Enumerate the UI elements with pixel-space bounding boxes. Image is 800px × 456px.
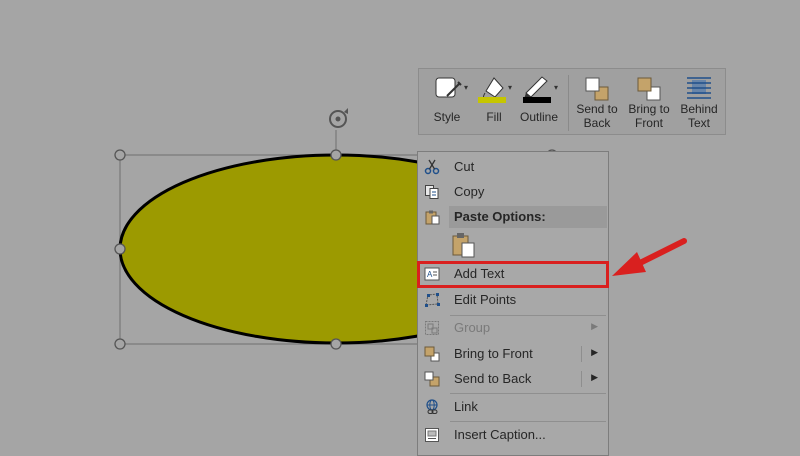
edit-points-icon — [425, 293, 440, 307]
menu-item-insert-caption[interactable]: Insert Caption... — [418, 423, 608, 447]
resize-handle-bottom-left[interactable] — [114, 338, 126, 350]
fill-label: Fill — [486, 110, 502, 124]
mini-toolbar: ▾ Style ▾ Fill ▾ Outline Send to Back Br… — [418, 68, 726, 135]
style-label: Style — [433, 110, 461, 124]
send-to-back-icon — [585, 77, 609, 101]
menu-item-send-to-back[interactable]: Send to Back ▶ — [418, 367, 608, 391]
chevron-down-icon: ▾ — [464, 83, 469, 92]
menu-separator — [450, 421, 606, 422]
bring-to-front-icon — [637, 77, 661, 101]
style-button[interactable]: ▾ Style — [427, 69, 469, 136]
insert-caption-label: Insert Caption... — [454, 427, 546, 442]
bring-to-front-label: Bring to Front — [454, 346, 533, 361]
paste-options-header: Paste Options: — [418, 205, 608, 229]
paste-options-label: Paste Options: — [454, 209, 546, 224]
copy-label: Copy — [454, 184, 485, 199]
send-to-back-button[interactable]: Send to Back — [572, 69, 622, 136]
menu-item-copy[interactable]: Copy — [418, 180, 608, 204]
resize-handle-bottom[interactable] — [330, 338, 342, 350]
link-label: Link — [454, 399, 478, 414]
send-to-back-line1: Send to — [576, 102, 618, 116]
menu-item-link[interactable]: Link — [418, 395, 608, 419]
caption-icon — [425, 428, 439, 442]
edit-points-label: Edit Points — [454, 292, 517, 307]
resize-handle-left[interactable] — [114, 243, 126, 255]
chevron-down-icon: ▾ — [508, 83, 513, 92]
resize-handle-top[interactable] — [330, 149, 342, 161]
rotate-handle-icon[interactable] — [329, 108, 348, 128]
bring-to-front-line1: Bring to — [628, 102, 670, 116]
bring-to-front-icon — [424, 346, 440, 362]
send-to-back-line2: Back — [583, 116, 611, 130]
menu-item-cut[interactable]: Cut — [418, 155, 608, 179]
clipboard-icon — [425, 210, 440, 225]
send-to-back-icon — [424, 371, 440, 387]
chevron-down-icon: ▾ — [554, 83, 559, 92]
scissors-icon — [424, 159, 440, 175]
fill-bucket-icon — [478, 77, 506, 103]
group-label: Group — [454, 320, 491, 335]
menu-item-edit-points[interactable]: Edit Points — [418, 288, 608, 312]
submenu-arrow-icon: ▶ — [591, 321, 598, 331]
style-icon — [435, 77, 462, 98]
pen-outline-icon — [523, 76, 551, 103]
bring-to-front-line2: Front — [634, 116, 663, 130]
red-arrow-icon — [612, 238, 687, 276]
link-icon — [426, 399, 438, 414]
behind-text-icon — [687, 77, 711, 99]
menu-item-group: Group ▶ — [418, 316, 608, 340]
context-menu: Cut Copy Paste Options: A Add Text Edit … — [417, 151, 609, 456]
cut-label: Cut — [454, 159, 475, 174]
group-icon — [425, 321, 439, 335]
split-divider — [581, 346, 582, 362]
outline-label: Outline — [519, 110, 559, 124]
toolbar-divider — [568, 75, 569, 131]
resize-handle-top-left[interactable] — [114, 149, 126, 161]
menu-separator — [450, 393, 606, 394]
copy-icon — [425, 185, 439, 199]
highlight-box — [417, 261, 609, 288]
split-divider — [581, 371, 582, 387]
behind-text-line2: Text — [687, 116, 710, 130]
send-to-back-label: Send to Back — [454, 371, 532, 386]
bring-to-front-button[interactable]: Bring to Front — [624, 69, 674, 136]
paste-keep-source-icon[interactable] — [451, 231, 477, 259]
fill-button[interactable]: ▾ Fill — [474, 69, 514, 136]
outline-button[interactable]: ▾ Outline — [516, 69, 562, 136]
behind-text-button[interactable]: Behind Text — [674, 69, 724, 136]
behind-text-line1: Behind — [680, 102, 718, 116]
submenu-arrow-icon[interactable]: ▶ — [591, 347, 598, 358]
submenu-arrow-icon[interactable]: ▶ — [591, 372, 598, 383]
menu-item-bring-to-front[interactable]: Bring to Front ▶ — [418, 342, 608, 366]
